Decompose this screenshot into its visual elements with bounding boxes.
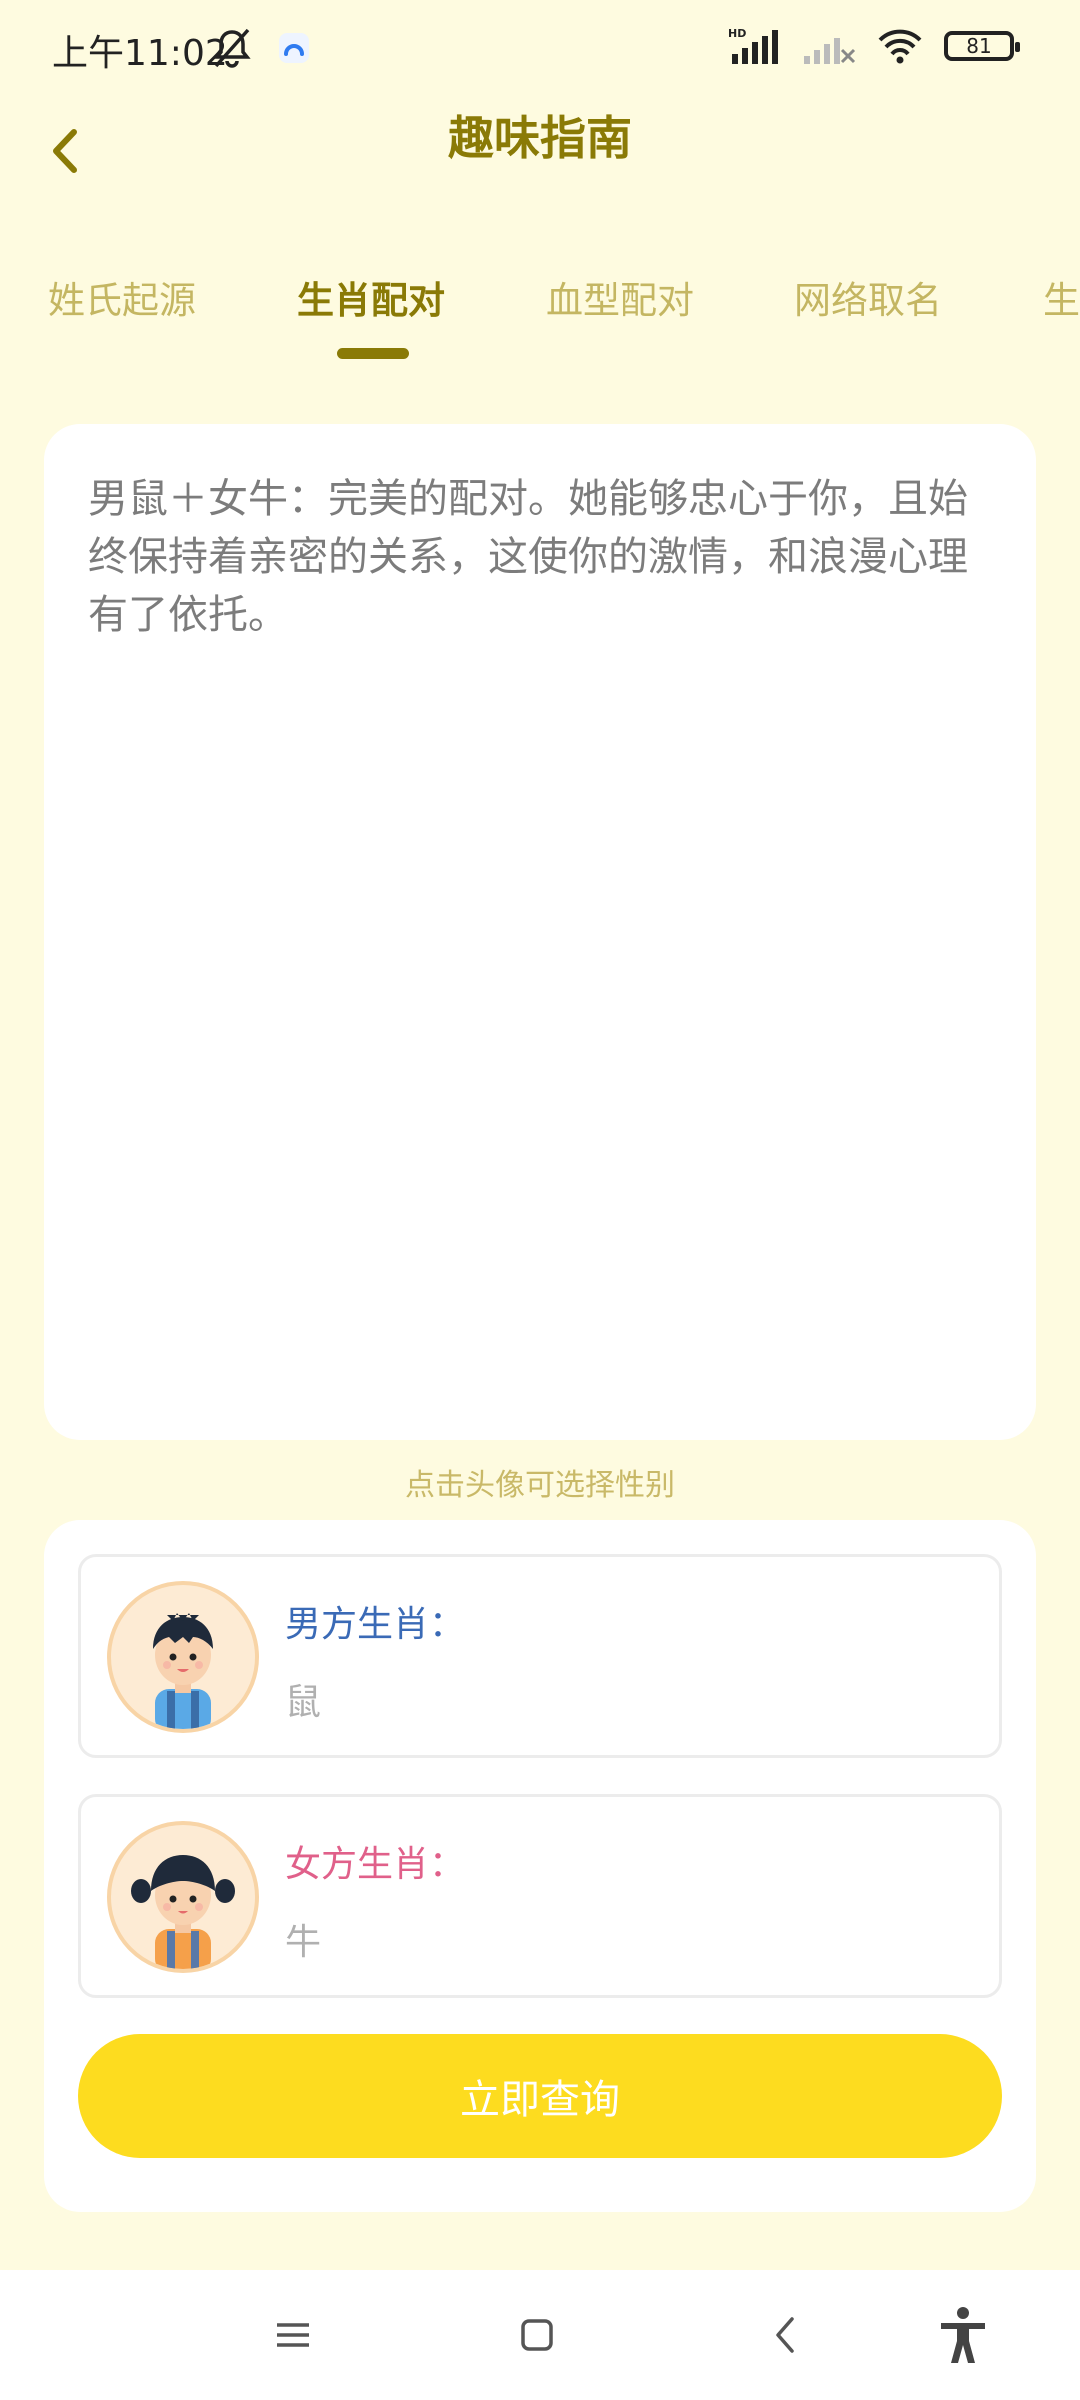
- female-zodiac-selector[interactable]: 女方生肖： 牛: [78, 1794, 1002, 1998]
- female-zodiac-label: 女方生肖：: [285, 1844, 466, 1885]
- status-bar: 上午11:02 HD 81: [0, 0, 1080, 96]
- nav-accessibility-button[interactable]: [928, 2300, 998, 2370]
- screen: 上午11:02 HD 81 趣味指南 姓氏起源 生肖配对 血型配对 网络取名 生…: [0, 0, 1080, 2400]
- bell-muted-icon: [213, 28, 251, 68]
- female-avatar[interactable]: [107, 1821, 259, 1973]
- tab-online-naming[interactable]: 网络取名: [794, 270, 942, 324]
- app-notification-icon: [279, 33, 309, 63]
- wifi-icon: [878, 29, 922, 64]
- nav-home-button[interactable]: [502, 2300, 572, 2370]
- header: 趣味指南: [0, 96, 1080, 226]
- result-card: 男鼠＋女牛：完美的配对。她能够忠心于你，且始终保持着亲密的关系，这使你的激情，和…: [44, 424, 1036, 1440]
- avatar-hint: 点击头像可选择性别: [405, 1468, 675, 1503]
- result-text: 男鼠＋女牛：完美的配对。她能够忠心于你，且始终保持着亲密的关系，这使你的激情，和…: [88, 476, 968, 638]
- battery-icon: 81: [944, 31, 1020, 61]
- boy-avatar-icon: [153, 1613, 213, 1729]
- active-tab-indicator: [337, 348, 409, 359]
- signal-weak-icon: [804, 38, 856, 64]
- tab-zodiac-match[interactable]: 生肖配对: [297, 270, 445, 324]
- status-right-icons: HD 81: [728, 26, 1020, 66]
- page-title: 趣味指南: [448, 111, 632, 165]
- svg-text:HD: HD: [728, 27, 746, 40]
- accessibility-icon: [941, 2307, 985, 2363]
- female-zodiac-value[interactable]: 牛: [285, 1913, 321, 1965]
- nav-back-button[interactable]: [750, 2300, 820, 2370]
- query-button[interactable]: 立即查询: [78, 2034, 1002, 2158]
- menu-icon: [277, 2323, 309, 2347]
- male-zodiac-selector[interactable]: 男方生肖： 鼠: [78, 1554, 1002, 1758]
- system-nav-bar: [0, 2270, 1080, 2400]
- home-icon: [521, 2319, 553, 2351]
- back-icon: [776, 2317, 794, 2353]
- battery-level: 81: [966, 34, 992, 58]
- tab-blood-type-match[interactable]: 血型配对: [546, 270, 694, 324]
- tab-bar: 姓氏起源 生肖配对 血型配对 网络取名 生: [0, 270, 1080, 370]
- nav-menu-button[interactable]: [258, 2300, 328, 2370]
- tab-partial-next[interactable]: 生: [1043, 270, 1080, 324]
- tab-surname-origin[interactable]: 姓氏起源: [48, 270, 196, 324]
- signal-hd-icon: HD: [728, 27, 778, 64]
- male-avatar[interactable]: [107, 1581, 259, 1733]
- girl-avatar-icon: [131, 1855, 235, 1969]
- status-time: 上午11:02: [52, 33, 228, 74]
- query-card: 男方生肖： 鼠 女方生肖： 牛 立即查询: [44, 1520, 1036, 2212]
- male-zodiac-label: 男方生肖：: [285, 1604, 466, 1645]
- status-left-icons: [210, 26, 312, 70]
- male-zodiac-value[interactable]: 鼠: [285, 1673, 321, 1725]
